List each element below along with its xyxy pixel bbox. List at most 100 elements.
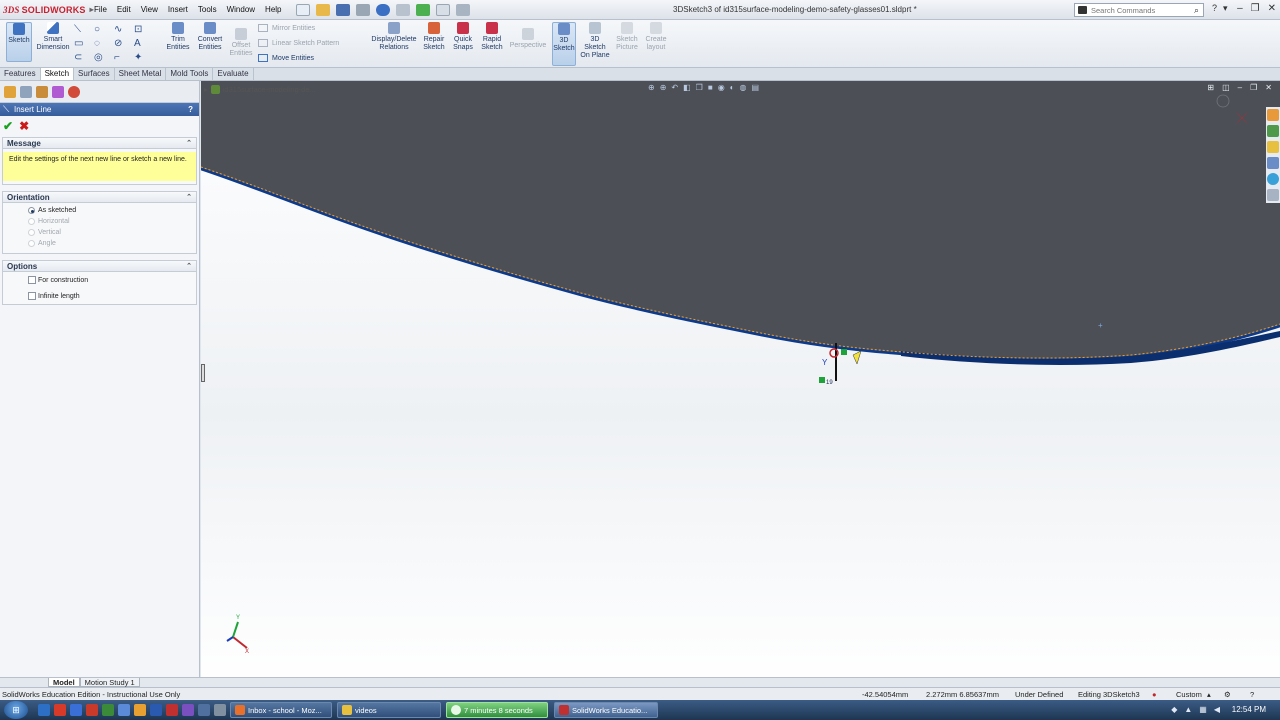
previous-view-icon[interactable]: ↶	[671, 83, 678, 92]
open-folder-icon[interactable]	[315, 3, 330, 16]
taskbar-videos[interactable]: videos	[337, 702, 441, 718]
sketch-button[interactable]: Sketch	[6, 22, 32, 62]
menu-view[interactable]: View	[141, 5, 158, 14]
display-style-icon[interactable]: ■	[708, 83, 713, 92]
network-icon[interactable]: ▦	[1199, 705, 1207, 714]
trim-entities-button[interactable]: Trim Entities	[165, 22, 191, 52]
radio-button[interactable]	[28, 207, 35, 214]
radio-horizontal[interactable]: Horizontal	[3, 216, 196, 227]
solidworks-resources-icon[interactable]	[1267, 109, 1279, 121]
explorer-icon[interactable]	[118, 704, 130, 716]
quick-snaps-button[interactable]: Quick Snaps	[451, 22, 475, 52]
rebuild-icon[interactable]	[415, 3, 430, 16]
view-orientation-icon[interactable]: ❒	[696, 83, 703, 92]
app-icon[interactable]	[214, 704, 226, 716]
radio-button[interactable]	[28, 240, 35, 247]
chevron-down-icon[interactable]: ▾	[1223, 3, 1228, 14]
taskbar-solidworks[interactable]: SolidWorks Educatio...	[554, 702, 658, 718]
split-icon[interactable]: ◫	[1222, 83, 1230, 92]
tab-sketch[interactable]: Sketch	[40, 68, 75, 80]
edit-appearance-icon[interactable]: ◐	[730, 83, 735, 92]
print-icon[interactable]	[355, 3, 370, 16]
solidworks-icon[interactable]	[166, 704, 178, 716]
sketch-picture-button[interactable]: Sketch Picture	[614, 22, 640, 52]
move-entities-button[interactable]: Move Entities	[258, 54, 314, 62]
undo-icon[interactable]	[375, 3, 390, 16]
help-icon[interactable]: ?	[1212, 3, 1217, 14]
cancel-x-icon[interactable]: ✖	[19, 119, 29, 133]
model-view[interactable]: 19 Y + X Y	[201, 81, 1280, 687]
solidworks-logo[interactable]: 3DS SOLIDWORKS ▸	[0, 5, 94, 15]
file-properties-icon[interactable]	[435, 3, 450, 16]
minimize-icon[interactable]: –	[1237, 3, 1243, 14]
collapse-icon[interactable]: ⌃	[186, 193, 192, 201]
display-manager-icon[interactable]	[68, 85, 80, 98]
app-icon[interactable]	[198, 704, 210, 716]
select-icon[interactable]	[395, 3, 410, 16]
options-gear-icon[interactable]	[455, 3, 470, 16]
collapse-icon[interactable]: ⌃	[186, 262, 192, 270]
expand-icon[interactable]: ▸	[204, 85, 208, 94]
tab-model[interactable]: Model	[48, 678, 80, 687]
ie-icon[interactable]	[150, 704, 162, 716]
feature-manager-icon[interactable]	[4, 85, 16, 98]
show-desktop-icon[interactable]	[38, 704, 50, 716]
firefox-icon[interactable]	[54, 704, 66, 716]
radio-button[interactable]	[28, 229, 35, 236]
excel-icon[interactable]	[102, 704, 114, 716]
menu-edit[interactable]: Edit	[117, 5, 131, 14]
message-header[interactable]: Message ⌃	[3, 138, 196, 149]
sketch-point-icon[interactable]: ⊡	[134, 24, 154, 35]
custom-properties-icon[interactable]	[1267, 189, 1279, 201]
slot-tool-icon[interactable]: ⊂	[74, 52, 94, 63]
centerline-icon[interactable]: ◎	[94, 52, 114, 63]
tools-icon[interactable]: ⚙	[1224, 690, 1231, 699]
3d-sketch-button[interactable]: 3D Sketch	[552, 22, 576, 66]
rapid-sketch-button[interactable]: Rapid Sketch	[480, 22, 504, 52]
tab-surfaces[interactable]: Surfaces	[74, 68, 115, 80]
create-layout-button[interactable]: Create layout	[643, 22, 669, 52]
checkbox-for-construction[interactable]: For construction	[3, 272, 196, 288]
convert-entities-button[interactable]: Convert Entities	[194, 22, 226, 52]
display-delete-relations-button[interactable]: Display/Delete Relations	[368, 22, 420, 52]
volume-icon[interactable]: ◀	[1214, 705, 1220, 714]
spline-tool-icon[interactable]: ∿	[114, 24, 134, 35]
repair-sketch-button[interactable]: Repair Sketch	[422, 22, 446, 52]
rectangle-tool-icon[interactable]: ▭	[74, 38, 94, 49]
save-icon[interactable]	[335, 3, 350, 16]
view-settings-icon[interactable]: ▤	[752, 83, 760, 92]
tab-features[interactable]: Features	[0, 68, 41, 80]
tab-sheet-metal[interactable]: Sheet Metal	[115, 68, 167, 80]
tray-icon[interactable]: ◆	[1171, 705, 1177, 714]
tile-icon[interactable]: ⊞	[1207, 83, 1214, 92]
radio-angle[interactable]: Angle	[3, 238, 196, 249]
graphics-area[interactable]: 19 Y + X Y ▸ id315surface-modeling-de...…	[201, 81, 1280, 687]
circle-tool-icon[interactable]: ○	[94, 24, 114, 35]
word-icon[interactable]	[70, 704, 82, 716]
zoom-to-area-icon[interactable]: ⊕	[660, 83, 667, 92]
offset-entities-button[interactable]: Offset Entities	[228, 28, 254, 58]
app-icon[interactable]	[182, 704, 194, 716]
configuration-manager-icon[interactable]	[36, 85, 48, 98]
checkbox[interactable]	[28, 276, 36, 284]
checkbox-infinite-length[interactable]: Infinite length	[3, 288, 196, 304]
fillet-tool-icon[interactable]: ⌐	[114, 52, 134, 63]
powerpoint-icon[interactable]	[86, 704, 98, 716]
view-palette-icon[interactable]	[1267, 157, 1279, 169]
radio-as-sketched[interactable]: As sketched	[3, 205, 196, 216]
panel-splitter-handle[interactable]	[201, 364, 205, 382]
menu-insert[interactable]: Insert	[168, 5, 188, 14]
rebuild-status-icon[interactable]: ●	[1152, 690, 1157, 699]
mirror-entities-button[interactable]: Mirror Entities	[258, 24, 315, 32]
units-dropdown-icon[interactable]: ▴	[1207, 690, 1211, 699]
restore-icon[interactable]: ❐	[1250, 83, 1257, 92]
tab-mold-tools[interactable]: Mold Tools	[166, 68, 214, 80]
units-selector[interactable]: Custom	[1176, 690, 1202, 699]
minimize-icon[interactable]: –	[1238, 83, 1242, 92]
file-explorer-icon[interactable]	[1267, 141, 1279, 153]
hide-show-items-icon[interactable]: ◉	[718, 83, 725, 92]
checkbox[interactable]	[28, 292, 36, 300]
menu-tools[interactable]: Tools	[198, 5, 217, 14]
media-icon[interactable]	[134, 704, 146, 716]
section-view-icon[interactable]: ◧	[683, 83, 691, 92]
